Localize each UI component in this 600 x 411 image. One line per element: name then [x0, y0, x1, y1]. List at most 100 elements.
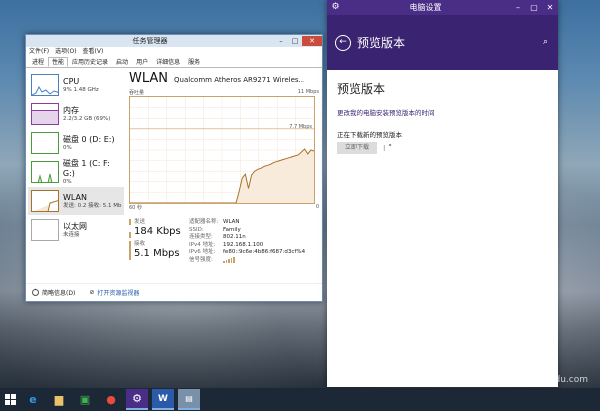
- receive-value: 5.1 Mbps: [134, 248, 180, 259]
- minimize-icon[interactable]: –: [274, 36, 288, 46]
- sidebar-item-disk-0[interactable]: 磁盘 0 (D: E:) 0%: [28, 129, 124, 157]
- pc-settings-window: ⚙ 电脑设置 – ▢ ✕ ← 预览版本 ⌕ 预览版本 更改我的电脑安装预览版本的…: [327, 0, 558, 387]
- graph-bottom-labels: 60 秒 0: [129, 204, 319, 211]
- property-key: 适配器名称:: [189, 219, 219, 225]
- tab-startup[interactable]: 启动: [112, 57, 132, 67]
- wlan-detail-panel: WLAN Qualcomm Atheros AR9271 Wireles... …: [129, 71, 319, 281]
- property-row: IPv4 地址: 192.168.1.100: [189, 242, 305, 250]
- property-key: 连接类型:: [189, 234, 213, 240]
- sidebar-item-label: CPU: [63, 76, 80, 86]
- back-arrow-icon[interactable]: ←: [335, 34, 351, 51]
- sidebar-item-detail: 发送: 0.2 接收: 5.1 Mb: [63, 202, 122, 209]
- task-manager-title: 任务管理器: [132, 37, 168, 45]
- cpu-mini-graph: [31, 74, 59, 96]
- menu-file[interactable]: 文件(F): [29, 47, 49, 57]
- sidebar-item-label: WLAN: [63, 192, 88, 202]
- wlan-stats: 发送 184 Kbps 接收 5.1 Mbps 适配器名称: WLAN SSID…: [129, 219, 315, 266]
- receive-label: 接收: [134, 241, 146, 247]
- throughput-graph: 7.7 Mbps: [129, 96, 315, 204]
- property-key: 信号强度:: [189, 256, 213, 263]
- disk1-mini-graph: [31, 161, 59, 183]
- task-manager-taskbar-icon[interactable]: ▤: [178, 389, 200, 410]
- settings-titlebar[interactable]: ⚙ 电脑设置 – ▢ ✕: [327, 0, 558, 15]
- sidebar-item-memory[interactable]: 内存 2.2/3.2 GB (69%): [28, 100, 124, 128]
- send-label: 发送: [134, 219, 146, 225]
- memory-mini-graph: [31, 103, 59, 125]
- section-heading: 预览版本: [337, 82, 386, 96]
- settings-window-title: 电脑设置: [409, 3, 442, 12]
- send-value: 184 Kbps: [134, 226, 181, 237]
- sidebar-item-detail: 0%: [63, 144, 72, 151]
- sidebar-item-cpu[interactable]: CPU 9% 1.48 GHz: [28, 71, 124, 99]
- tab-services[interactable]: 服务: [184, 57, 204, 67]
- property-row: IPv6 地址: fe80::9c6e:4b86:f687:d3cf%4: [189, 249, 305, 257]
- windows-logo-icon: [4, 394, 16, 405]
- settings-taskbar-icon[interactable]: ⚙: [126, 389, 148, 410]
- settings-gear-icon: ⚙: [331, 2, 340, 12]
- tab-details[interactable]: 详细信息: [152, 57, 184, 67]
- sidebar-item-label: 内存: [63, 105, 79, 115]
- sidebar-item-detail: 9% 1.48 GHz: [63, 86, 99, 93]
- adapter-name: Qualcomm Atheros AR9271 Wireles...: [174, 76, 305, 84]
- resource-monitor-label: 打开资源监视器: [97, 290, 140, 297]
- download-status: 正在下载新的预览版本: [337, 131, 402, 139]
- restore-icon[interactable]: ▢: [526, 3, 542, 12]
- search-icon[interactable]: ⌕: [543, 37, 548, 47]
- close-icon[interactable]: ✕: [542, 3, 558, 12]
- graph-time-label: 60 秒: [129, 205, 142, 211]
- maximize-icon[interactable]: □: [288, 36, 302, 46]
- signal-strength-icon: [223, 256, 235, 263]
- tab-processes[interactable]: 进程: [28, 57, 48, 67]
- sidebar-item-ethernet[interactable]: 以太网 未连接: [28, 216, 124, 244]
- change-preview-timing-link[interactable]: 更改我的电脑安装预览版本的时间: [337, 107, 548, 117]
- wlan-title: WLAN: [129, 71, 169, 86]
- property-row: 连接类型: 802.11n: [189, 234, 305, 242]
- signal-strength: [223, 256, 235, 267]
- property-value: fe80::9c6e:4b86:f687:d3cf%4: [223, 249, 306, 255]
- watermark: jingyan.baidu.com: [504, 375, 588, 385]
- file-explorer-icon[interactable]: ▆: [48, 389, 70, 410]
- brief-info-toggle[interactable]: ˄ 简略信息(D): [32, 288, 75, 297]
- loading-spinner-icon: ⁝ ˚: [383, 143, 393, 153]
- tab-users[interactable]: 用户: [132, 57, 152, 67]
- minimize-icon[interactable]: –: [510, 3, 526, 12]
- property-value: 802.11n: [223, 234, 246, 240]
- menu-view[interactable]: 查看(V): [83, 47, 104, 57]
- property-value: Family: [223, 226, 241, 233]
- sidebar-item-detail: 0%: [62, 178, 72, 185]
- sidebar-item-wlan[interactable]: WLAN 发送: 0.2 接收: 5.1 Mb: [28, 187, 124, 215]
- task-manager-titlebar[interactable]: 任务管理器 – □ ✕: [26, 35, 322, 47]
- download-now-button[interactable]: 立即下载: [337, 142, 377, 154]
- wlan-heading: WLAN Qualcomm Atheros AR9271 Wireles...: [129, 71, 319, 87]
- sidebar-item-disk-1[interactable]: 磁盘 1 (C: F: G:) 0%: [28, 158, 124, 186]
- property-key: SSID:: [189, 226, 204, 233]
- graph-top-labels: 吞吐量 11 Mbps: [129, 89, 319, 96]
- internet-explorer-icon[interactable]: e: [22, 389, 44, 410]
- wlan-mini-graph: [31, 190, 59, 212]
- sidebar-item-label: 磁盘 1 (C: F: G:): [62, 158, 110, 178]
- tab-performance[interactable]: 性能: [48, 57, 69, 67]
- close-icon[interactable]: ✕: [302, 36, 322, 46]
- word-icon[interactable]: W: [152, 389, 174, 410]
- download-row: 立即下载 ⁝ ˚: [337, 142, 548, 154]
- graph-zero-label: 0: [315, 204, 319, 210]
- graph-label: 吞吐量: [129, 90, 145, 96]
- graph-max-label: 11 Mbps: [297, 89, 319, 95]
- resource-monitor-link[interactable]: ⊘ 打开资源监视器: [89, 288, 139, 297]
- ethernet-mini-graph: [31, 219, 59, 241]
- settings-header-title: 预览版本: [357, 36, 406, 50]
- sidebar-item-detail: 未连接: [63, 231, 80, 238]
- menu-options[interactable]: 选项(O): [55, 47, 76, 57]
- property-row: 适配器名称: WLAN: [189, 219, 305, 227]
- sidebar-item-detail: 2.2/3.2 GB (69%): [63, 115, 111, 122]
- chrome-icon[interactable]: ●: [100, 389, 122, 410]
- settings-body: 预览版本 更改我的电脑安装预览版本的时间 正在下载新的预览版本 立即下载 ⁝ ˚: [327, 70, 558, 164]
- start-button[interactable]: [0, 388, 20, 411]
- store-icon[interactable]: ▣: [74, 389, 96, 410]
- property-key: IPv4 地址:: [189, 241, 216, 248]
- adapter-properties: 适配器名称: WLAN SSID: Family 连接类型: 802.11n I…: [189, 219, 305, 266]
- settings-header: ← 预览版本 ⌕: [327, 15, 558, 70]
- disk0-mini-graph: [31, 132, 59, 154]
- taskbar: e ▆ ▣ ● ⚙ W ▤: [0, 388, 600, 411]
- tab-app-history[interactable]: 应用历史记录: [68, 57, 112, 67]
